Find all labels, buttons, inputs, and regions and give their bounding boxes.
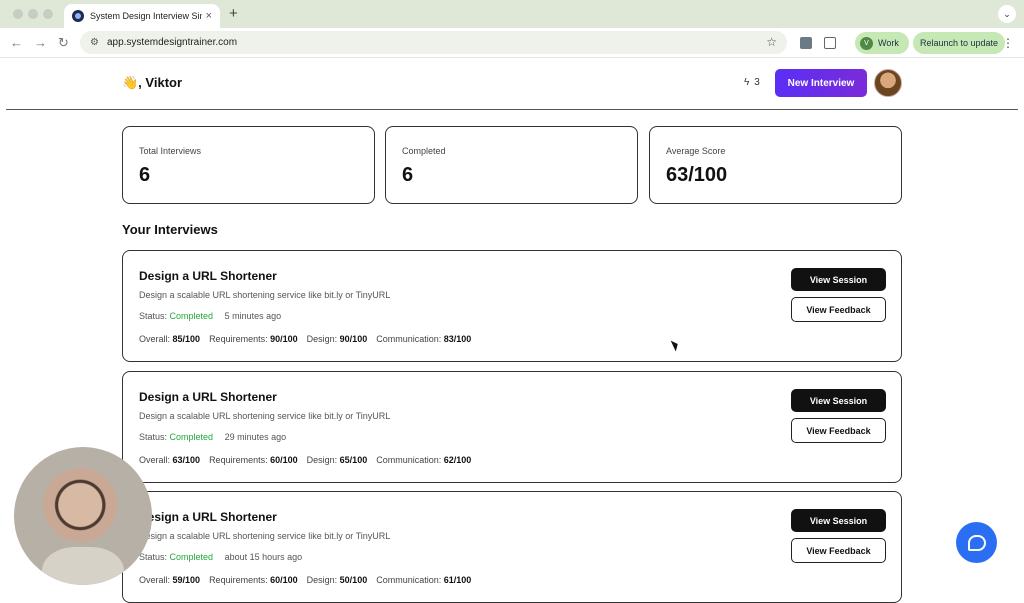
relaunch-to-update-button[interactable]: Relaunch to update — [913, 32, 1005, 54]
interview-status: Status: Completed about 15 hours ago — [139, 552, 885, 562]
section-title: Your Interviews — [122, 222, 218, 237]
score-overall: Overall: 63/100 — [139, 455, 201, 465]
interview-scores: Overall: 63/100 Requirements: 60/100 Des… — [139, 455, 885, 465]
score-requirements: Requirements: 60/100 — [209, 455, 298, 465]
new-tab-icon[interactable]: + — [229, 5, 238, 22]
url-text[interactable]: app.systemdesigntrainer.com — [107, 37, 237, 48]
extensions-puzzle-icon[interactable] — [824, 37, 836, 49]
interview-status: Status: Completed 5 minutes ago — [139, 311, 885, 321]
window-minimize-dot[interactable] — [28, 9, 38, 19]
view-feedback-button[interactable]: View Feedback — [791, 418, 886, 443]
header-divider — [6, 109, 1018, 110]
streak-counter: ϟ 3 — [744, 77, 760, 88]
greeting: 👋, Viktor — [122, 75, 183, 90]
browser-tab-bar: System Design Interview Sim × + ⌄ — [0, 0, 1024, 28]
score-overall: Overall: 85/100 — [139, 334, 201, 344]
score-design: Design: 50/100 — [306, 575, 368, 585]
score-requirements: Requirements: 90/100 — [209, 334, 298, 344]
score-communication: Communication: 83/100 — [376, 334, 472, 344]
stat-value: 6 — [139, 164, 151, 186]
tab-search-chevron-icon[interactable]: ⌄ — [998, 5, 1016, 23]
app-header: 👋, Viktor ϟ 3 New Interview — [0, 58, 1024, 110]
extension-icon[interactable] — [800, 37, 812, 49]
stat-value: 63/100 — [666, 164, 728, 186]
forward-icon[interactable]: → — [34, 35, 47, 50]
interview-description: Design a scalable URL shortening service… — [139, 411, 391, 421]
profile-label: Work — [878, 38, 899, 48]
interview-scores: Overall: 59/100 Requirements: 60/100 Des… — [139, 575, 885, 585]
status-timestamp: 5 minutes ago — [224, 311, 282, 321]
interview-description: Design a scalable URL shortening service… — [139, 531, 391, 541]
interview-scores: Overall: 85/100 Requirements: 90/100 Des… — [139, 334, 885, 344]
user-avatar[interactable] — [874, 69, 902, 97]
stat-label: Completed — [402, 146, 446, 156]
stat-average-score: Average Score 63/100 — [649, 126, 902, 204]
interview-title: Design a URL Shortener — [139, 390, 277, 404]
view-feedback-button[interactable]: View Feedback — [791, 297, 886, 322]
webcam-bubble[interactable] — [14, 447, 152, 585]
interview-title: Design a URL Shortener — [139, 510, 277, 524]
window-close-dot[interactable] — [13, 9, 23, 19]
status-label: Status: — [139, 552, 168, 562]
interview-card: Design a URL Shortener Design a scalable… — [122, 491, 902, 603]
streak-count: 3 — [754, 77, 760, 88]
profile-avatar-icon: V — [860, 36, 873, 50]
score-communication: Communication: 61/100 — [376, 575, 472, 585]
webcam-person — [42, 547, 124, 585]
status-label: Status: — [139, 311, 168, 321]
interview-status: Status: Completed 29 minutes ago — [139, 432, 885, 442]
stat-label: Total Interviews — [139, 146, 202, 156]
stat-total-interviews: Total Interviews 6 — [122, 126, 375, 204]
profile-chip[interactable]: V Work — [855, 32, 909, 54]
interview-card: Design a URL Shortener Design a scalable… — [122, 371, 902, 483]
interview-description: Design a scalable URL shortening service… — [139, 290, 391, 300]
window-zoom-dot[interactable] — [43, 9, 53, 19]
status-timestamp: about 15 hours ago — [224, 552, 303, 562]
browser-toolbar: ← → ↻ ⚙ app.systemdesigntrainer.com ☆ V … — [0, 28, 1024, 58]
view-feedback-button[interactable]: View Feedback — [791, 538, 886, 563]
site-favicon-icon — [72, 10, 84, 22]
view-session-button[interactable]: View Session — [791, 509, 886, 532]
stat-label: Average Score — [666, 146, 726, 156]
status-badge: Completed — [169, 552, 214, 562]
status-badge: Completed — [169, 432, 214, 442]
address-bar[interactable]: ⚙ app.systemdesigntrainer.com ☆ — [80, 31, 787, 54]
score-design: Design: 90/100 — [306, 334, 368, 344]
interview-card: Design a URL Shortener Design a scalable… — [122, 250, 902, 362]
score-requirements: Requirements: 60/100 — [209, 575, 298, 585]
tab-close-icon[interactable]: × — [206, 10, 212, 22]
stat-value: 6 — [402, 164, 414, 186]
chat-launcher-button[interactable] — [956, 522, 997, 563]
interview-title: Design a URL Shortener — [139, 269, 277, 283]
bookmark-star-icon[interactable]: ☆ — [766, 35, 777, 49]
view-session-button[interactable]: View Session — [791, 389, 886, 412]
status-label: Status: — [139, 432, 168, 442]
back-icon[interactable]: ← — [10, 35, 23, 50]
bolt-icon: ϟ — [744, 77, 750, 88]
chat-bubble-icon — [967, 534, 986, 551]
score-design: Design: 65/100 — [306, 455, 368, 465]
site-info-icon[interactable]: ⚙ — [90, 37, 99, 48]
reload-icon[interactable]: ↻ — [58, 35, 69, 51]
status-badge: Completed — [169, 311, 214, 321]
status-timestamp: 29 minutes ago — [224, 432, 287, 442]
score-communication: Communication: 62/100 — [376, 455, 472, 465]
view-session-button[interactable]: View Session — [791, 268, 886, 291]
tab-title: System Design Interview Sim — [90, 11, 202, 21]
stat-completed: Completed 6 — [385, 126, 638, 204]
score-overall: Overall: 59/100 — [139, 575, 201, 585]
browser-tab-active[interactable]: System Design Interview Sim × — [64, 4, 220, 28]
new-interview-button[interactable]: New Interview — [775, 69, 867, 97]
browser-menu-icon[interactable]: ⋮ — [1002, 36, 1014, 50]
